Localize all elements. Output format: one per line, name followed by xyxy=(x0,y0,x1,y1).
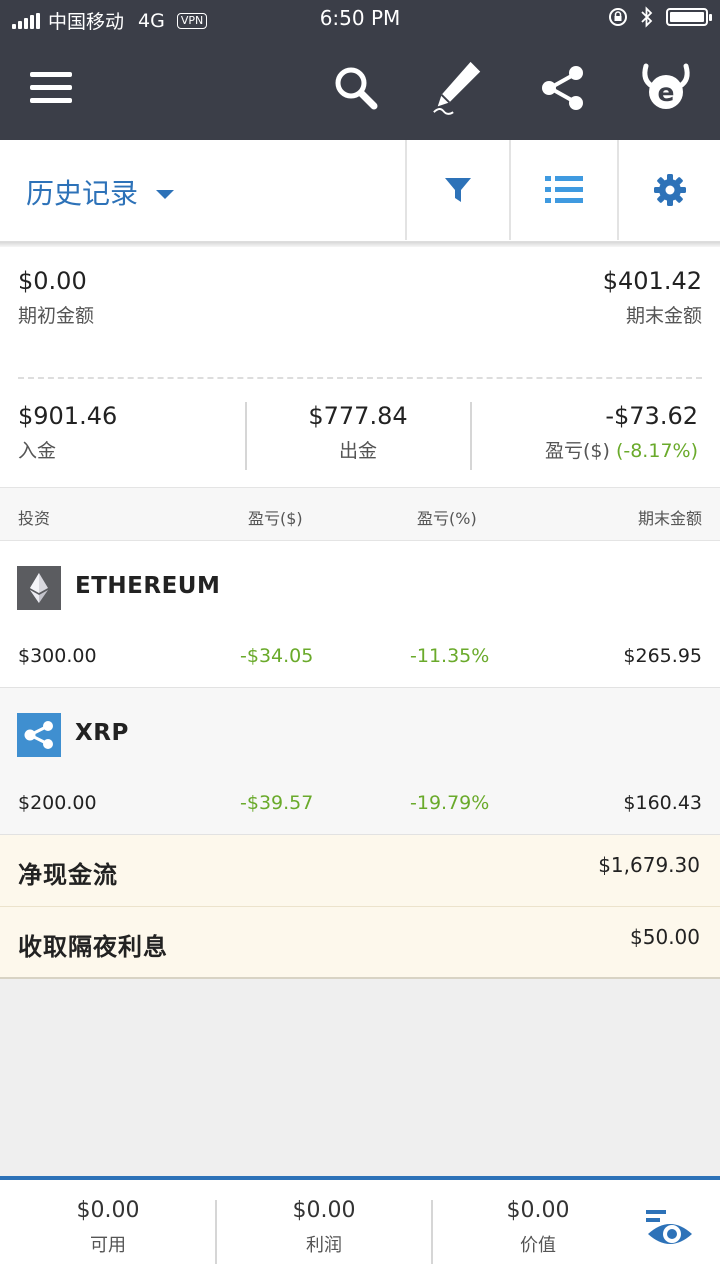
deposits-amount: $901.46 xyxy=(18,402,118,430)
table-row[interactable]: ETHEREUM $300.00 -$34.05 -11.35% $265.95 xyxy=(0,541,720,688)
opening-label: 期初金额 xyxy=(18,305,95,327)
net-cash-flow-row: 净现金流 $1,679.30 xyxy=(0,835,720,907)
cash-value: $50.00 xyxy=(630,925,700,949)
gear-icon xyxy=(653,174,686,206)
closing-amount: $401.42 xyxy=(602,267,702,295)
header-pl-usd: 盈亏($) xyxy=(248,509,303,528)
profit-stat: $0.00 利润 xyxy=(216,1198,432,1257)
status-bar: 中国移动 4G VPN 6:50 PM xyxy=(0,0,720,36)
pl-percent: -11.35% xyxy=(410,645,490,667)
available-value: $0.00 xyxy=(76,1198,140,1223)
end-amount: $160.43 xyxy=(623,792,702,814)
menu-icon[interactable] xyxy=(23,60,79,116)
rotation-lock-icon xyxy=(609,8,627,26)
table-row[interactable]: XRP $200.00 -$39.57 -19.79% $160.43 xyxy=(0,688,720,835)
xrp-icon xyxy=(17,713,61,757)
ethereum-icon xyxy=(17,566,61,610)
pl-usd: -$39.57 xyxy=(240,792,314,814)
closing-label: 期末金额 xyxy=(625,305,702,327)
header-invest: 投资 xyxy=(18,509,51,528)
bluetooth-icon xyxy=(641,6,653,28)
list-view-button[interactable] xyxy=(509,140,617,240)
profit-percent: (-8.17%) xyxy=(615,440,698,462)
title-bar: 历史记录 xyxy=(0,140,720,242)
pl-usd: -$34.05 xyxy=(240,645,314,667)
profit-label: 盈亏($) xyxy=(544,440,610,462)
share-icon[interactable] xyxy=(535,60,591,116)
withdrawals-label: 出金 xyxy=(338,440,377,462)
settings-button[interactable] xyxy=(617,140,720,240)
header-end-amount: 期末金额 xyxy=(637,509,702,528)
page-title: 历史记录 xyxy=(26,177,139,210)
profit-value: $0.00 xyxy=(292,1198,356,1223)
battery-icon xyxy=(666,8,712,26)
asset-name: XRP xyxy=(75,720,129,746)
etoro-logo-icon[interactable]: e xyxy=(638,60,694,116)
pl-percent: -19.79% xyxy=(410,792,490,814)
header-pl-pct: 盈亏(%) xyxy=(417,509,477,528)
chevron-down-icon xyxy=(156,189,175,199)
list-icon xyxy=(545,176,583,203)
cash-value: $1,679.30 xyxy=(598,853,700,877)
deposits-label: 入金 xyxy=(18,440,57,462)
app-bar: e xyxy=(0,36,720,140)
available-label: 可用 xyxy=(90,1235,126,1256)
profit-stat-label: 利润 xyxy=(306,1235,342,1256)
withdrawals-amount: $777.84 xyxy=(308,402,408,430)
search-icon[interactable] xyxy=(328,60,384,116)
equity-label: 价值 xyxy=(520,1235,556,1256)
invested-amount: $200.00 xyxy=(18,792,97,814)
available-stat: $0.00 可用 xyxy=(0,1198,216,1257)
table-header: 投资 盈亏($) 盈亏(%) 期末金额 xyxy=(0,487,720,541)
dashed-divider xyxy=(18,377,702,379)
svg-text:e: e xyxy=(658,78,675,107)
edit-pencil-icon[interactable] xyxy=(430,60,486,116)
eye-icon[interactable] xyxy=(644,1208,700,1252)
filter-icon xyxy=(445,178,471,202)
invested-amount: $300.00 xyxy=(18,645,97,667)
history-dropdown[interactable]: 历史记录 xyxy=(26,172,175,212)
value-stat: $0.00 价值 xyxy=(430,1198,646,1257)
bottom-bar: $0.00 可用 $0.00 利润 $0.00 价值 xyxy=(0,1176,720,1280)
filter-button[interactable] xyxy=(405,140,509,240)
cash-label: 净现金流 xyxy=(18,861,118,889)
equity-value: $0.00 xyxy=(506,1198,570,1223)
opening-amount: $0.00 xyxy=(18,267,87,295)
summary-panel: $0.00 期初金额 $401.42 期末金额 $901.46 入金 $777.… xyxy=(0,247,720,487)
divider xyxy=(470,402,472,470)
cash-label: 收取隔夜利息 xyxy=(18,933,168,961)
overnight-interest-row: 收取隔夜利息 $50.00 xyxy=(0,907,720,979)
profit-amount: -$73.62 xyxy=(605,402,698,430)
asset-name: ETHEREUM xyxy=(75,573,221,599)
end-amount: $265.95 xyxy=(623,645,702,667)
